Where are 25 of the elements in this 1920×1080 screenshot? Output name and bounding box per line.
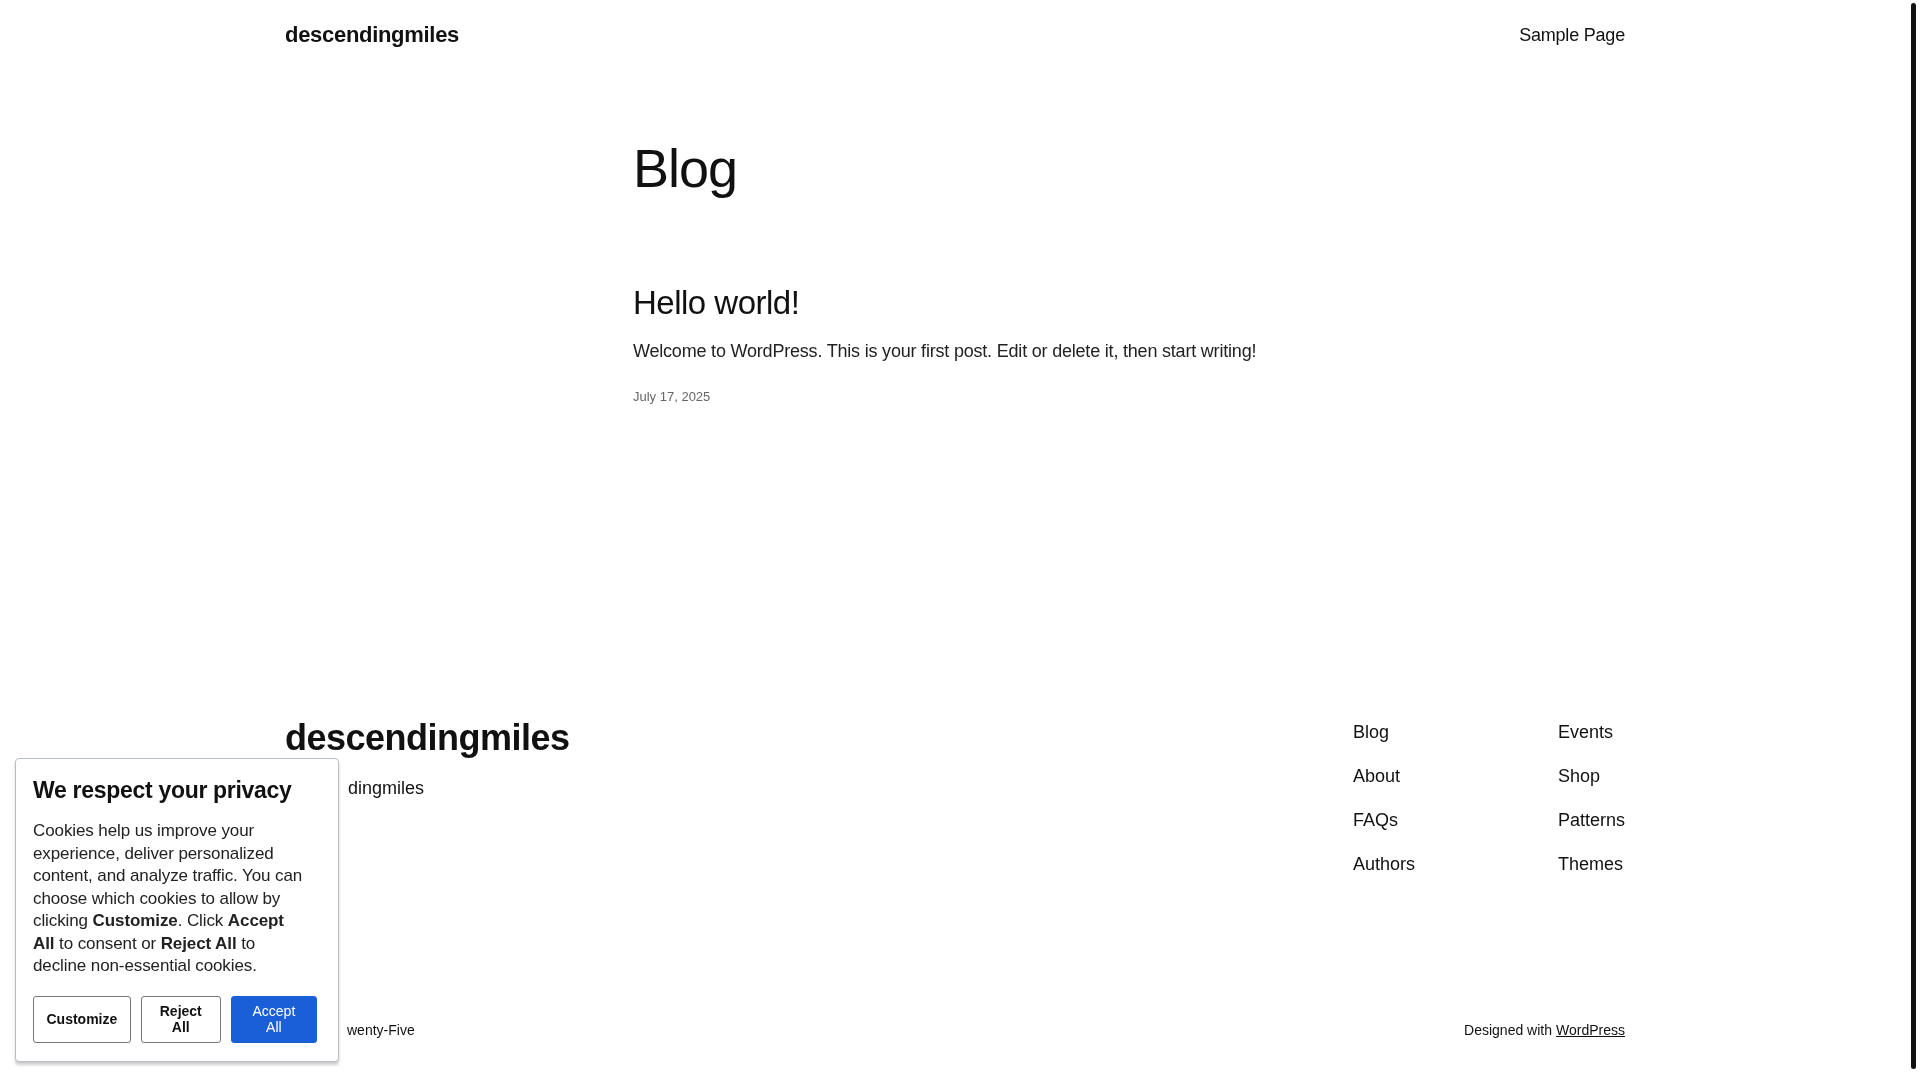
cookie-title: We respect your privacy <box>33 777 293 804</box>
page-title: Blog <box>633 138 739 198</box>
nav-link[interactable]: Sample Page <box>1519 24 1625 45</box>
credit-text: Designed with <box>1464 1022 1552 1038</box>
footer-link[interactable]: Events <box>1557 720 1625 744</box>
footer-site-title[interactable]: descendingmiles <box>285 716 570 760</box>
footer-link[interactable]: Authors <box>1352 852 1558 876</box>
accept-button[interactable]: Accept All <box>230 995 317 1043</box>
post-title[interactable]: Hello world! <box>633 283 1625 323</box>
cookie-text: Cookies help us improve your experience, deliver personalized content, and analyze traffic. You can choose which cookies to allow by clicking Customize. Click Accept All to consent or Reject All to decline non-essential cookies. <box>33 820 304 977</box>
footer-link[interactable]: Patterns <box>1557 808 1625 832</box>
footer-tagline: dingmiles <box>348 778 425 799</box>
wordpress-link[interactable]: WordPress <box>1556 1022 1625 1038</box>
cookie-button[interactable]: Customize <box>33 995 131 1043</box>
site-title[interactable]: descendingmiles <box>285 22 459 48</box>
post-excerpt: Welcome to WordPress. This is your first post. Edit or delete it, then start writing! <box>633 340 1258 363</box>
footer-link[interactable]: FAQs <box>1352 808 1558 832</box>
footer-link[interactable]: About <box>1352 764 1558 788</box>
theme-credit: wenty-Five <box>347 1022 415 1038</box>
scrollbar-thumb[interactable] <box>1911 3 1916 1069</box>
footer-link[interactable]: Shop <box>1557 764 1625 788</box>
post-date: July 17, 2025 <box>633 389 712 404</box>
cookie-button[interactable]: Reject All <box>140 995 221 1043</box>
footer-link[interactable]: Blog <box>1352 720 1558 744</box>
footer-link[interactable]: Themes <box>1557 852 1625 876</box>
